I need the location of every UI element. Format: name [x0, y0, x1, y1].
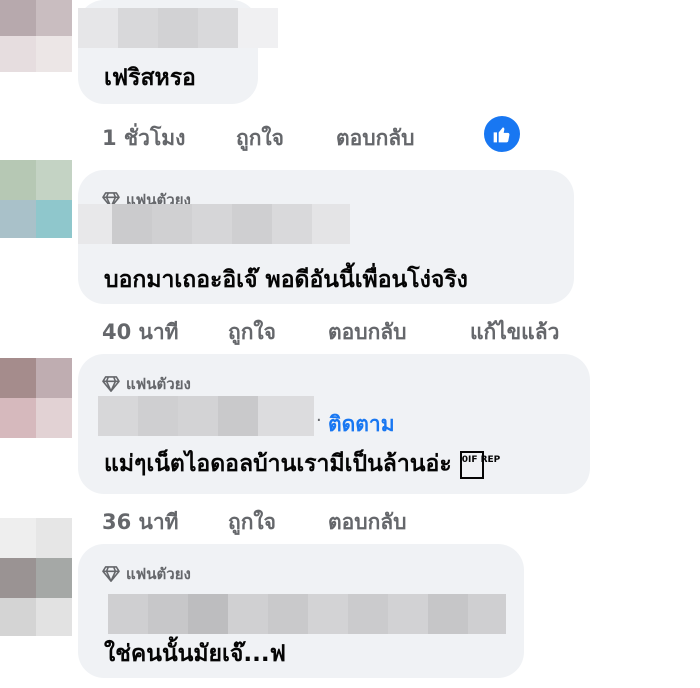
- comment-text: เฟริสหรอ: [104, 65, 196, 91]
- top-fan-badge: แฟนตัวยง: [102, 372, 191, 396]
- like-button[interactable]: ถูกใจ: [228, 316, 276, 349]
- avatar[interactable]: [0, 160, 72, 238]
- reply-button[interactable]: ตอบกลับ: [336, 122, 415, 155]
- comment-bubble: แฟนตัวยง · ติดตาม แม่ๆเน็ตไอดอลบ้านเรามี…: [78, 354, 590, 494]
- edited-label[interactable]: แก้ไขแล้ว: [470, 316, 559, 349]
- like-reaction-icon[interactable]: [482, 114, 522, 154]
- thumbs-up-icon: [493, 127, 510, 143]
- reply-button[interactable]: ตอบกลับ: [328, 316, 407, 349]
- commenter-name-blurred[interactable]: [108, 594, 506, 634]
- comment-bubble: แฟนตัวยง บอกมาเถอะอิเจ๊ พอดีอันนี้เพื่อน…: [78, 170, 574, 304]
- commenter-name-blurred[interactable]: [78, 204, 350, 244]
- top-fan-badge: แฟนตัวยง: [102, 562, 191, 586]
- comment-actions: 36 นาที ถูกใจ ตอบกลับ: [102, 506, 522, 536]
- emoji-icon: 0IF REP: [459, 450, 500, 479]
- comment-text: แม่ๆเน็ตไอดอลบ้านเรามีเป็นล้านอ่ะ 0IF REP: [104, 450, 501, 479]
- reply-button[interactable]: ตอบกลับ: [328, 506, 407, 539]
- like-button[interactable]: ถูกใจ: [236, 122, 284, 155]
- separator-dot: ·: [316, 410, 322, 431]
- commenter-name-blurred[interactable]: [78, 8, 278, 48]
- comment-time[interactable]: 1 ชั่วโมง: [102, 122, 185, 155]
- like-button[interactable]: ถูกใจ: [228, 506, 276, 539]
- comment-text: ใช่คนนั้นมัยเจ๊...ฟ: [104, 641, 286, 667]
- comment-text: บอกมาเถอะอิเจ๊ พอดีอันนี้เพื่อนโง่จริง: [104, 267, 468, 293]
- avatar[interactable]: [0, 0, 72, 72]
- follow-button[interactable]: ติดตาม: [328, 408, 395, 441]
- comment-time[interactable]: 40 นาที: [102, 316, 179, 349]
- avatar[interactable]: [0, 518, 72, 636]
- comment-bubble: เฟริสหรอ: [78, 0, 278, 104]
- commenter-name-blurred[interactable]: [98, 396, 314, 436]
- comment-bubble: แฟนตัวยง ใช่คนนั้นมัยเจ๊...ฟ: [78, 544, 524, 678]
- comment-time[interactable]: 36 นาที: [102, 506, 179, 539]
- diamond-icon: [102, 566, 120, 582]
- comment-actions: 40 นาที ถูกใจ ตอบกลับ แก้ไขแล้ว: [102, 316, 602, 346]
- diamond-icon: [102, 376, 120, 392]
- avatar[interactable]: [0, 358, 72, 438]
- comment-actions: 1 ชั่วโมง ถูกใจ ตอบกลับ: [102, 122, 522, 152]
